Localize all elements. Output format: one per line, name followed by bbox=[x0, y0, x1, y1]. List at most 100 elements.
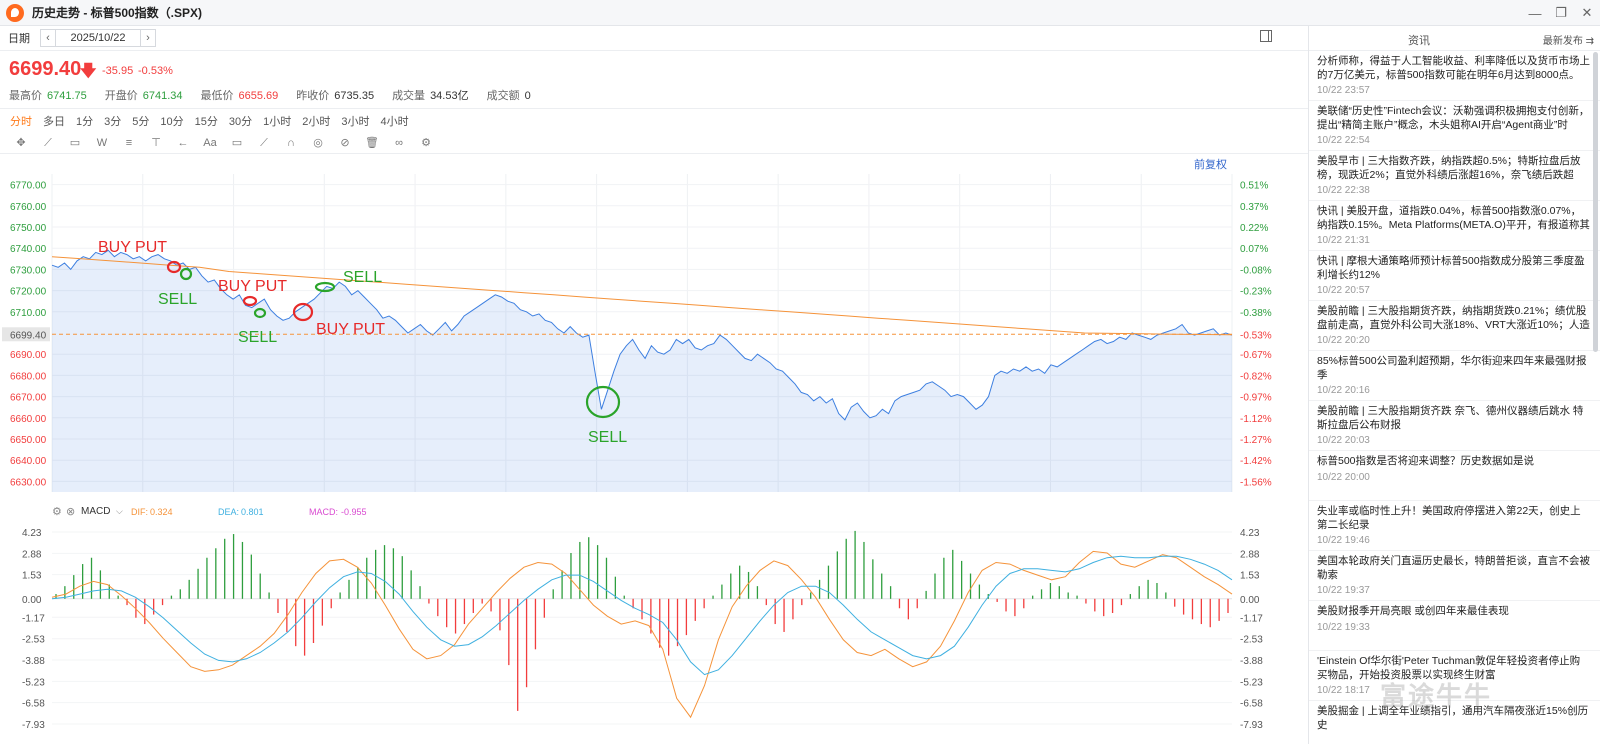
panel-toggle-icon[interactable] bbox=[1260, 30, 1272, 42]
price-change-pct: -0.53% bbox=[138, 65, 173, 77]
drawing-tool-icon[interactable]: ⟋ bbox=[41, 137, 55, 149]
news-time: 10/22 19:33 bbox=[1317, 621, 1370, 633]
prev-date-button[interactable]: ‹ bbox=[40, 29, 56, 47]
news-headline: 分析师称，得益于人工智能收益、利率降低以及货币市场上的7万亿美元，标普500指数… bbox=[1317, 55, 1590, 81]
adjust-label[interactable]: 前复权 bbox=[1194, 157, 1227, 171]
news-item[interactable]: 美股财报季开局亮眼 或创四年来最佳表现 10/22 19:33 bbox=[1309, 601, 1600, 651]
stat-open: 开盘价 6741.34 bbox=[104, 90, 183, 102]
drawing-tool-icon[interactable]: 🗑 bbox=[365, 137, 379, 149]
close-button[interactable]: ✕ bbox=[1574, 0, 1600, 26]
drawing-tool-icon[interactable]: ▭ bbox=[68, 137, 82, 149]
news-item[interactable]: 美国本轮政府关门直逼历史最长，特朗普拒谈，直言不会被勒索 10/22 19:37 bbox=[1309, 551, 1600, 601]
news-time: 10/22 19:46 bbox=[1317, 535, 1370, 546]
drawing-tool-icon[interactable]: Aa bbox=[203, 137, 217, 149]
macd-tick-label-right: -5.23 bbox=[1240, 677, 1263, 688]
period-tab[interactable]: 1分 bbox=[76, 113, 93, 129]
macd-settings-icon: ⚙ bbox=[52, 506, 62, 518]
period-tab[interactable]: 2小时 bbox=[302, 113, 330, 129]
price-tick-label: 6699.40 bbox=[10, 330, 47, 341]
period-tab[interactable]: 4小时 bbox=[381, 113, 409, 129]
annotation-label: BUY PUT bbox=[98, 239, 167, 256]
price-tick-label: 6710.00 bbox=[10, 308, 47, 319]
period-tab[interactable]: 多日 bbox=[43, 113, 65, 129]
period-tab[interactable]: 15分 bbox=[195, 113, 218, 129]
drawing-tool-icon[interactable]: ⊘ bbox=[338, 137, 352, 149]
news-item[interactable]: 85%标普500公司盈利超预期，华尔街迎来四年来最强财报季 10/22 20:16 bbox=[1309, 351, 1600, 401]
macd-tick-label: 1.53 bbox=[22, 571, 42, 582]
news-item[interactable]: 美股早市 | 三大指数齐跌，纳指跌超0.5%；特斯拉盘后放榜，现跌近2%；直觉外… bbox=[1309, 151, 1600, 201]
news-item[interactable]: 快讯 | 美股开盘，道指跌0.04%，标普500指数涨0.07%，纳指跌0.15… bbox=[1309, 201, 1600, 251]
news-time: 10/22 20:20 bbox=[1317, 335, 1370, 346]
price-tick-label: 6630.00 bbox=[10, 477, 47, 488]
price-tick-label: 6640.00 bbox=[10, 456, 47, 467]
price-tick-label: 6660.00 bbox=[10, 414, 47, 425]
news-item[interactable]: 美联储“历史性”Fintech会议：沃勒强调积极拥抱支付创新，提出“精简主账户”… bbox=[1309, 101, 1600, 151]
news-item[interactable]: 分析师称，得益于人工智能收益、利率降低以及货币市场上的7万亿美元，标普500指数… bbox=[1309, 51, 1600, 101]
news-header: 资讯 最新发布 ⇉ bbox=[1309, 26, 1600, 51]
drawing-tool-icon[interactable]: ◎ bbox=[311, 137, 325, 149]
down-arrow-icon: 🡇 bbox=[80, 63, 97, 80]
drawing-tool-icon[interactable]: ⟋ bbox=[257, 137, 271, 149]
news-sort-dropdown[interactable]: 最新发布 ⇉ bbox=[1543, 32, 1594, 47]
macd-tick-label-right: -3.88 bbox=[1240, 656, 1263, 667]
drawing-tool-icon[interactable]: ∞ bbox=[392, 137, 406, 149]
macd-tick-label-right: 0.00 bbox=[1240, 595, 1260, 606]
drawing-tool-icon[interactable]: ⊤ bbox=[149, 137, 163, 149]
drawing-tool-icon[interactable]: ✥ bbox=[14, 137, 28, 149]
news-time: 10/22 20:00 bbox=[1317, 471, 1370, 483]
window-title: 历史走势 - 标普500指数（.SPX) bbox=[32, 6, 203, 20]
period-tab[interactable]: 分时 bbox=[10, 113, 32, 129]
period-tab[interactable]: 3小时 bbox=[341, 113, 369, 129]
news-time: 10/22 21:31 bbox=[1317, 235, 1370, 246]
news-list: 分析师称，得益于人工智能收益、利率降低以及货币市场上的7万亿美元，标普500指数… bbox=[1309, 51, 1600, 744]
pct-tick-label: 0.07% bbox=[1240, 244, 1268, 255]
news-item[interactable]: 失业率或临时性上升！美国政府停摆进入第22天，创史上第二长纪录 10/22 19:… bbox=[1309, 501, 1600, 551]
last-price: 6699.40 bbox=[9, 58, 82, 80]
date-input[interactable]: 2025/10/22 bbox=[56, 29, 140, 47]
pct-tick-label: -0.67% bbox=[1240, 350, 1272, 361]
news-headline: 美联储“历史性”Fintech会议：沃勒强调积极拥抱支付创新，提出“精简主账户”… bbox=[1317, 105, 1590, 131]
drawing-tool-icon[interactable]: W bbox=[95, 137, 109, 149]
news-item[interactable]: 美股前瞻 | 三大股指期货齐跌 奈飞、德州仪器绩后跳水 特斯拉盘后公布财报 10/… bbox=[1309, 401, 1600, 451]
period-tab[interactable]: 30分 bbox=[229, 113, 252, 129]
macd-chart[interactable]: ⚙ ⊗ MACD ⌵ DIF: 0.324 DEA: 0.801 MACD: -… bbox=[0, 502, 1284, 744]
macd-label: MACD bbox=[81, 506, 110, 517]
drawing-tool-icon[interactable]: ▭ bbox=[230, 137, 244, 149]
news-time: 10/22 22:54 bbox=[1317, 135, 1370, 146]
news-scrollbar[interactable] bbox=[1593, 52, 1598, 352]
news-time: 10/22 23:57 bbox=[1317, 85, 1370, 96]
drawing-tool-icon[interactable]: ≡ bbox=[122, 137, 136, 149]
macd-tick-label-right: -1.17 bbox=[1240, 613, 1263, 624]
minimize-button[interactable]: — bbox=[1522, 0, 1548, 26]
macd-tick-label: -7.93 bbox=[22, 720, 45, 731]
macd-tick-label-right: 1.53 bbox=[1240, 571, 1260, 582]
macd-tick-label: -2.53 bbox=[22, 635, 45, 646]
drawing-tool-icon[interactable]: ∩ bbox=[284, 137, 298, 149]
news-headline: 美国本轮政府关门直逼历史最长，特朗普拒谈，直言不会被勒索 bbox=[1317, 555, 1590, 581]
watermark: 富途牛牛 bbox=[1380, 681, 1493, 711]
annotation-label: SELL bbox=[238, 329, 277, 346]
restore-button[interactable]: ❐ bbox=[1548, 0, 1574, 26]
macd-tick-label-right: 2.88 bbox=[1240, 549, 1260, 560]
dif-line bbox=[51, 550, 1233, 719]
macd-tick-label-right: 4.23 bbox=[1240, 528, 1260, 539]
window-controls: — ❐ ✕ bbox=[1522, 0, 1600, 26]
dea-value: 0.801 bbox=[241, 507, 264, 517]
news-headline: 85%标普500公司盈利超预期，华尔街迎来四年来最强财报季 bbox=[1317, 355, 1587, 381]
news-headline: 美股前瞻 | 三大股指期货齐跌，纳指期货跌0.21%；绩优股盘前走高，直觉外科公… bbox=[1317, 305, 1590, 331]
macd-tick-label-right: -2.53 bbox=[1240, 635, 1263, 646]
drawing-tool-icon[interactable]: ⚙ bbox=[419, 137, 433, 149]
period-tab[interactable]: 10分 bbox=[160, 113, 183, 129]
news-item[interactable]: 标普500指数是否将迎来调整？历史数据如是说 10/22 20:00 bbox=[1309, 451, 1600, 501]
news-item[interactable]: 快讯 | 摩根大通策略师预计标普500指数成分股第三季度盈利增长约12% 10/2… bbox=[1309, 251, 1600, 301]
period-tab[interactable]: 1小时 bbox=[263, 113, 291, 129]
stat-low: 最低价 6655.69 bbox=[200, 90, 279, 102]
price-chart[interactable]: 6770.00 6760.00 6750.00 6740.00 6730.00 6720.… bbox=[0, 152, 1284, 502]
drawing-tool-icon[interactable]: ← bbox=[176, 137, 190, 149]
news-item[interactable]: 美股前瞻 | 三大股指期货齐跌，纳指期货跌0.21%；绩优股盘前走高，直觉外科公… bbox=[1309, 301, 1600, 351]
price-tick-label: 6670.00 bbox=[10, 393, 47, 404]
period-tab[interactable]: 5分 bbox=[132, 113, 149, 129]
period-tab[interactable]: 3分 bbox=[104, 113, 121, 129]
price-tick-label: 6760.00 bbox=[10, 202, 47, 213]
next-date-button[interactable]: › bbox=[140, 29, 156, 47]
